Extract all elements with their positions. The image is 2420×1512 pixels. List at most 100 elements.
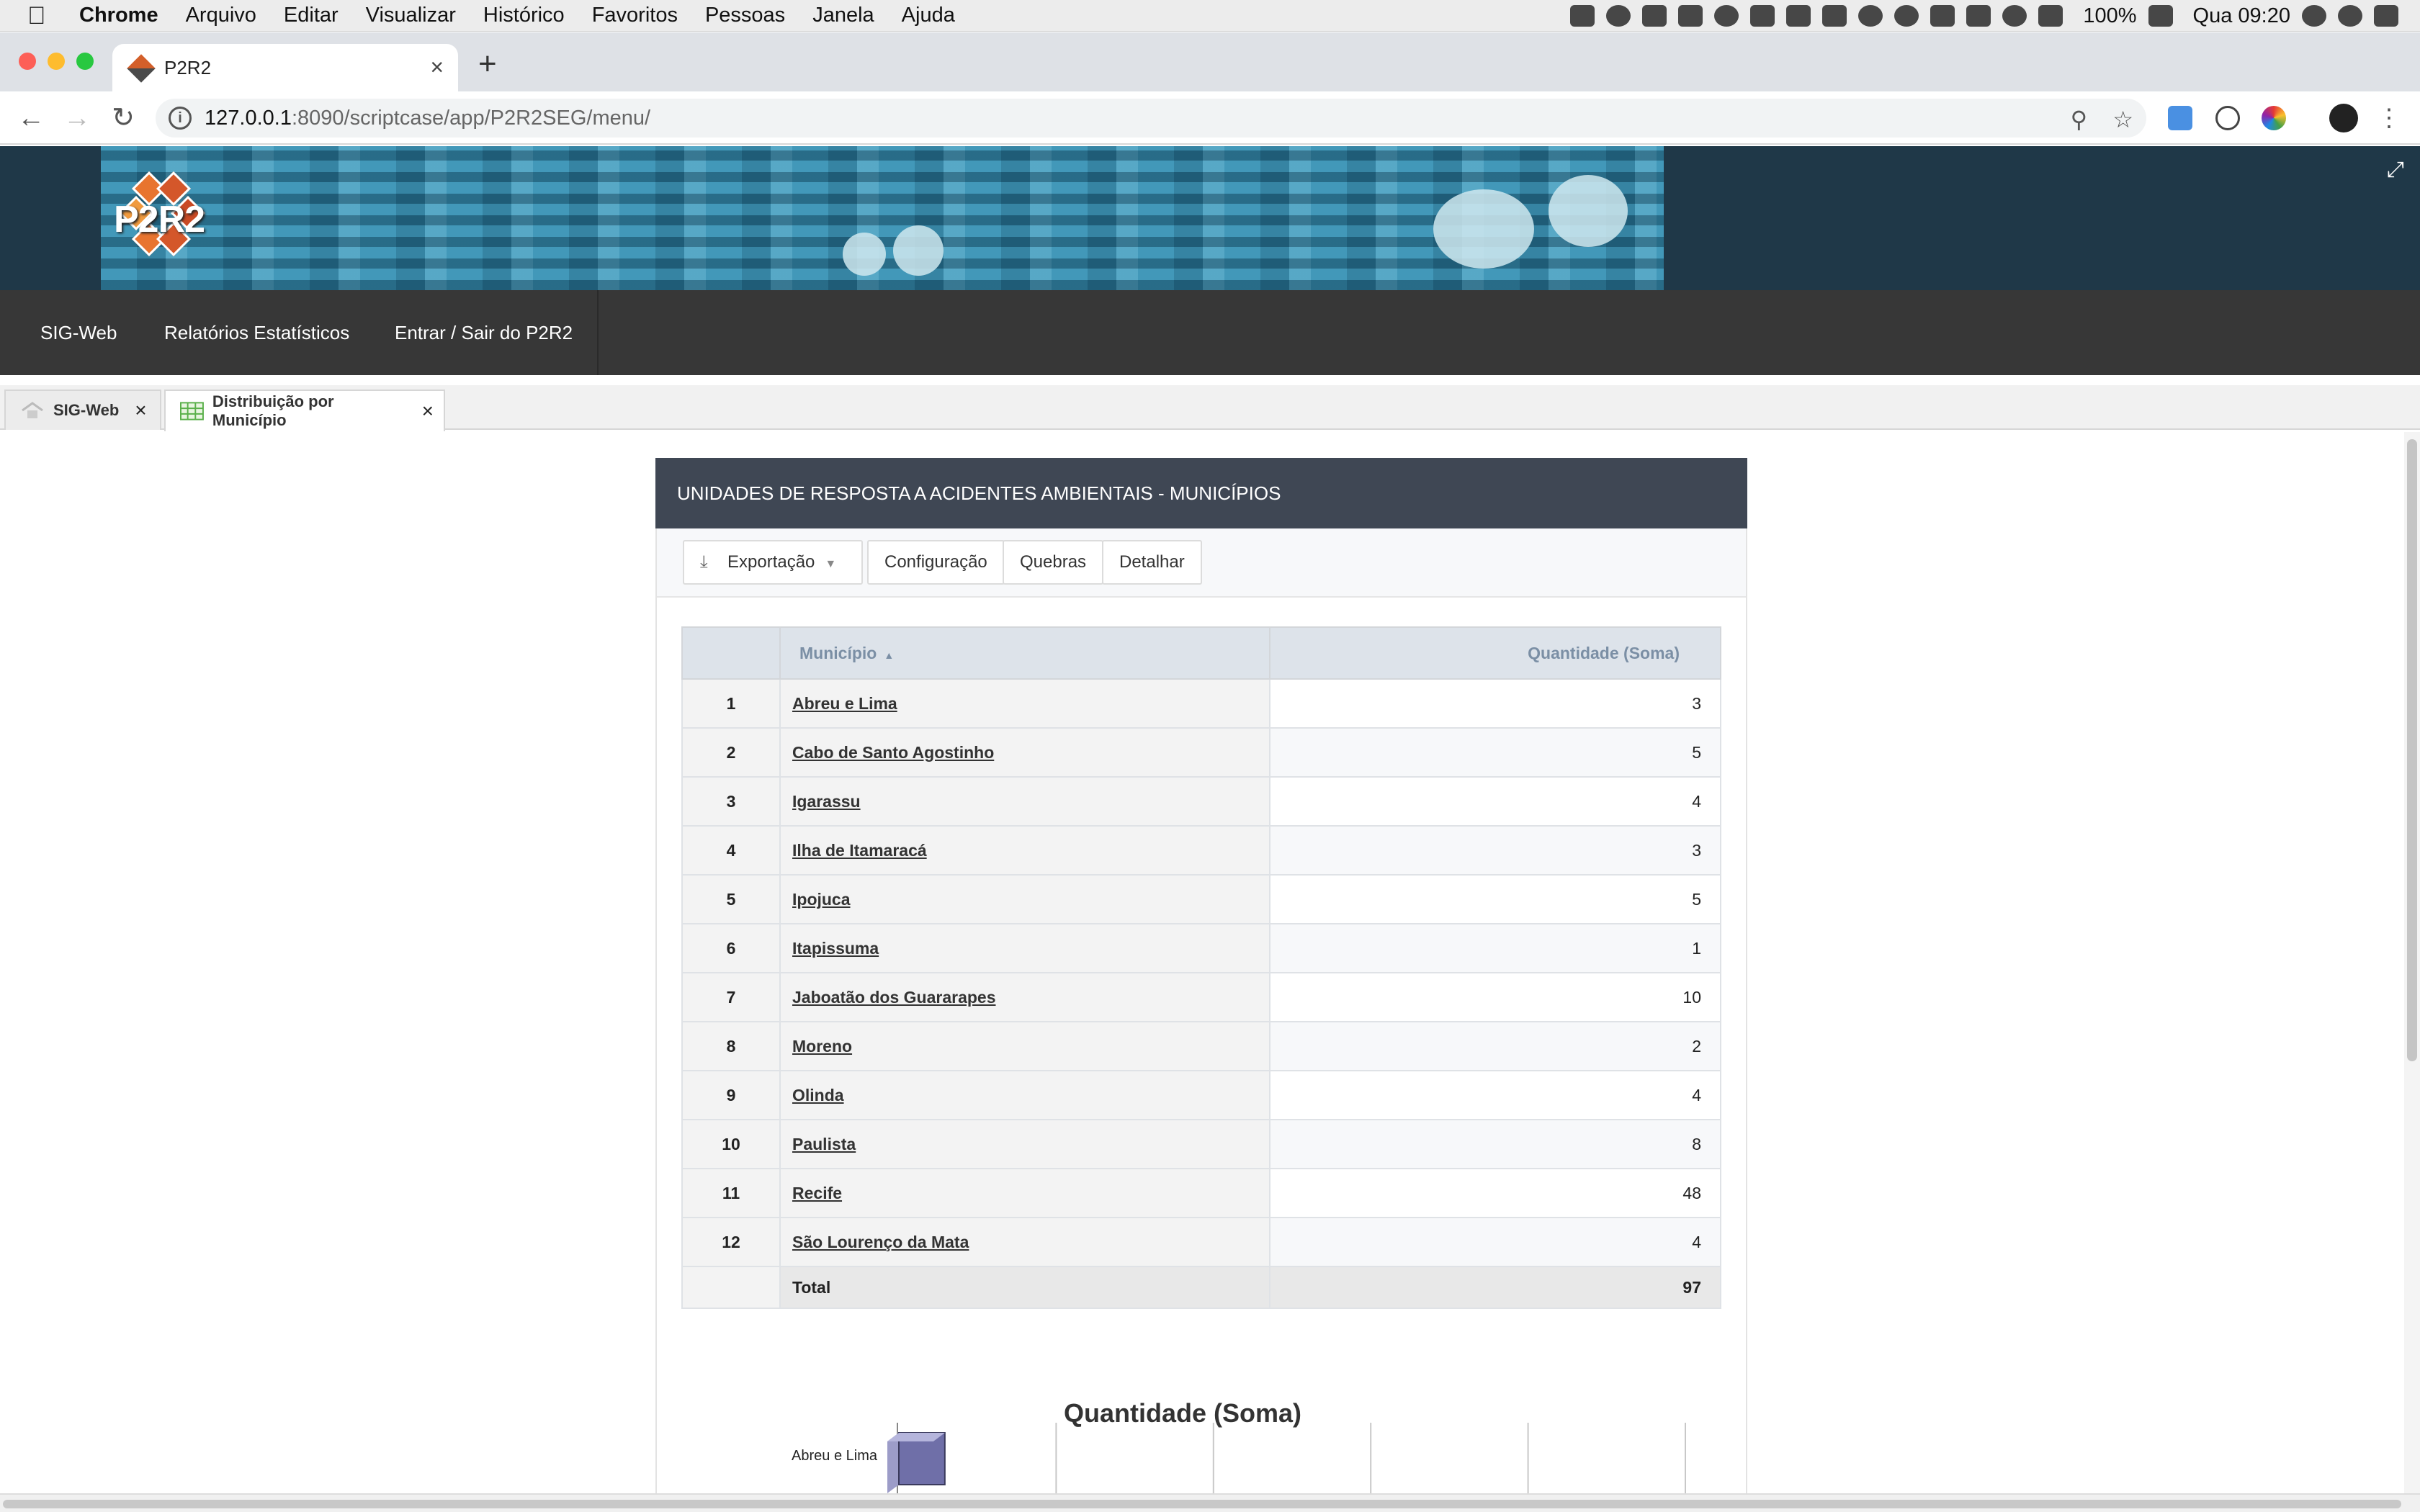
report-toolbar: ⤓ Exportação ▼ Configuração Quebras Detalh… (657, 528, 1746, 598)
municipio-link[interactable]: Itapissuma (792, 939, 879, 958)
vertical-scrollbar-thumb[interactable] (2407, 439, 2417, 1061)
municipio-cell: Cabo de Santo Agostinho (779, 727, 1270, 778)
total-empty-cell (681, 1266, 781, 1309)
p2r2-logo[interactable]: P2R2 (104, 171, 226, 266)
table-row: 9 Olinda 4 (681, 1070, 1721, 1120)
vertical-scrollbar[interactable] (2404, 432, 2420, 1498)
wifi-icon[interactable] (2002, 5, 2027, 27)
municipio-link[interactable]: Paulista (792, 1135, 856, 1153)
profile-avatar[interactable] (2329, 104, 2358, 132)
row-number: 11 (681, 1168, 781, 1218)
notification-icon[interactable] (1642, 5, 1667, 27)
horizontal-scrollbar[interactable] (0, 1493, 2420, 1512)
breaks-button[interactable]: Quebras (1003, 540, 1104, 585)
reload-icon[interactable]: ↻ (107, 102, 140, 135)
timer-icon[interactable] (1858, 5, 1883, 27)
total-value: 97 (1269, 1266, 1721, 1309)
browser-tab[interactable]: P2R2 × (112, 44, 458, 91)
row-number: 10 (681, 1119, 781, 1169)
url-text[interactable]: 127.0.0.1:8090/scriptcase/app/P2R2SEG/me… (205, 107, 650, 130)
extension-fi-icon[interactable] (2168, 106, 2192, 130)
minimize-window-button[interactable] (48, 53, 65, 70)
close-tab-sig-web-icon[interactable]: × (135, 399, 146, 422)
municipio-column-header[interactable]: Município ▲ (779, 626, 1270, 680)
menu-visualizar[interactable]: Visualizar (366, 4, 456, 27)
table-header-row: Município ▲ Quantidade (Soma) (681, 626, 1721, 680)
municipio-link[interactable]: Recife (792, 1184, 842, 1202)
siri-icon[interactable] (2338, 5, 2362, 27)
back-icon[interactable]: ← (14, 102, 48, 135)
battery-icon[interactable] (2148, 5, 2173, 27)
row-number: 7 (681, 972, 781, 1022)
municipio-link[interactable]: Abreu e Lima (792, 694, 897, 713)
close-window-button[interactable] (19, 53, 36, 70)
menu-ajuda[interactable]: Ajuda (902, 4, 955, 27)
row-number: 9 (681, 1070, 781, 1120)
app-tray-icon[interactable] (1678, 5, 1703, 27)
chart-title: Quantidade (Soma) (1063, 1398, 1302, 1428)
chart-bar-side (887, 1433, 899, 1493)
menu-historico[interactable]: Histórico (483, 4, 565, 27)
forward-icon[interactable]: → (60, 102, 94, 135)
nav-relatorios-estatisticos[interactable]: Relatórios Estatísticos (140, 290, 374, 375)
detail-button[interactable]: Detalhar (1102, 540, 1202, 585)
sort-ascending-icon[interactable]: ▲ (884, 649, 894, 661)
menu-janela[interactable]: Janela (812, 4, 874, 27)
close-tab-icon[interactable]: × (430, 54, 444, 81)
quantidade-cell: 3 (1269, 825, 1721, 876)
menu-pessoas[interactable]: Pessoas (705, 4, 785, 27)
chrome-menu-icon[interactable]: ⋮ (2372, 102, 2406, 135)
apple-menu-icon[interactable]:  (27, 1, 56, 30)
clock[interactable]: Qua 09:20 (2193, 4, 2290, 28)
close-tab-distribuicao-icon[interactable]: × (422, 400, 434, 423)
municipio-link[interactable]: Ipojuca (792, 890, 851, 909)
tab-distribuicao-por-municipio[interactable]: Distribuição por Município × (164, 390, 445, 431)
municipio-link[interactable]: São Lourenço da Mata (792, 1233, 969, 1251)
horizontal-scrollbar-thumb[interactable] (3, 1500, 2401, 1508)
bluetooth-icon[interactable] (1966, 5, 1991, 27)
evernote-icon[interactable] (1786, 5, 1811, 27)
cloud-app-icon[interactable] (1750, 5, 1775, 27)
nav-sig-web[interactable]: SIG-Web (16, 290, 141, 375)
menu-editar[interactable]: Editar (284, 4, 339, 27)
menu-arquivo[interactable]: Arquivo (186, 4, 256, 27)
notification-center-icon[interactable] (2374, 5, 2398, 27)
new-tab-button[interactable]: + (478, 48, 497, 80)
dropbox-icon[interactable] (1570, 5, 1595, 27)
nav-entrar-sair[interactable]: Entrar / Sair do P2R2 (370, 290, 599, 375)
municipio-link[interactable]: Cabo de Santo Agostinho (792, 743, 994, 762)
onepassword-icon[interactable] (1714, 5, 1739, 27)
volume-icon[interactable] (2038, 5, 2063, 27)
tab-sig-web[interactable]: SIG-Web × (4, 390, 161, 430)
zoom-icon[interactable]: ⚲ (2071, 106, 2087, 133)
menu-app-name[interactable]: Chrome (79, 4, 158, 27)
menu-favoritos[interactable]: Favoritos (592, 4, 678, 27)
municipio-link[interactable]: Moreno (792, 1037, 852, 1056)
bookmark-star-icon[interactable]: ☆ (2112, 106, 2133, 133)
table-row: 6 Itapissuma 1 (681, 923, 1721, 973)
report-panel: UNIDADES DE RESPOSTA A ACIDENTES AMBIENT… (655, 458, 1747, 1496)
config-button[interactable]: Configuração (867, 540, 1005, 585)
address-bar[interactable]: i 127.0.0.1:8090/scriptcase/app/P2R2SEG/… (156, 99, 2146, 138)
zoom-window-button[interactable] (76, 53, 94, 70)
quantidade-cell: 2 (1269, 1021, 1721, 1071)
browser-tab-title: P2R2 (164, 57, 212, 78)
site-info-icon[interactable]: i (169, 107, 192, 130)
chart-area: Abreu e Lima Quantidade (Soma) (657, 1367, 1746, 1496)
camera-icon[interactable] (1822, 5, 1847, 27)
cloud-icon[interactable] (1894, 5, 1919, 27)
extension-onepassword-icon[interactable] (2215, 106, 2240, 130)
fullscreen-expand-icon[interactable]: ⤢ (2387, 158, 2404, 182)
municipio-link[interactable]: Ilha de Itamaracá (792, 841, 927, 860)
export-button[interactable]: ⤓ Exportação ▼ (683, 540, 863, 585)
spotlight-search-icon[interactable] (2302, 5, 2326, 27)
quantidade-cell: 4 (1269, 1070, 1721, 1120)
extension-color-icon[interactable] (2262, 106, 2286, 130)
table-row: 3 Igarassu 4 (681, 776, 1721, 827)
municipio-link[interactable]: Jaboatão dos Guararapes (792, 988, 996, 1007)
dashlane-icon[interactable] (1606, 5, 1631, 27)
script-icon[interactable] (1930, 5, 1955, 27)
quantidade-column-header[interactable]: Quantidade (Soma) (1269, 626, 1721, 680)
municipio-link[interactable]: Igarassu (792, 792, 861, 811)
municipio-link[interactable]: Olinda (792, 1086, 844, 1104)
